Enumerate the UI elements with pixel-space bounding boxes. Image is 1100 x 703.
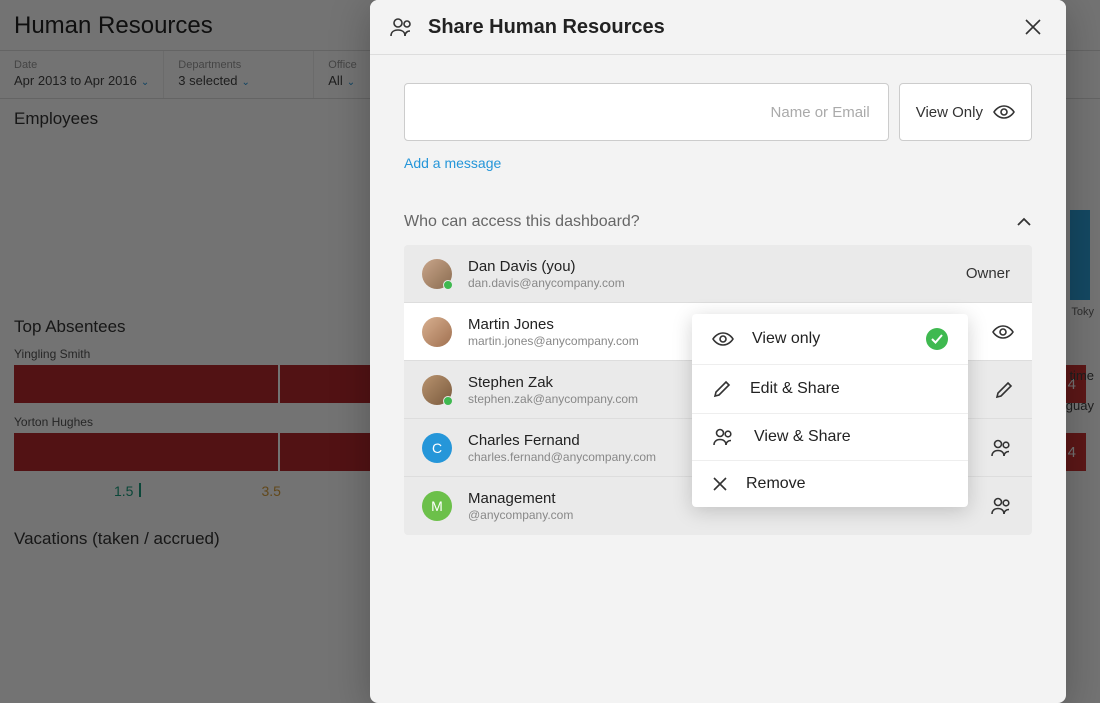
permission-selector[interactable]: View Only: [899, 83, 1032, 141]
avatar: [422, 375, 452, 405]
avatar: [422, 317, 452, 347]
pencil-icon: [712, 379, 732, 399]
check-icon: [926, 328, 948, 350]
eye-icon: [712, 331, 734, 347]
perm-label: Remove: [746, 475, 948, 493]
avatar: M: [422, 491, 452, 521]
perm-label: Edit & Share: [750, 380, 948, 398]
people-icon: [390, 17, 414, 37]
access-row-owner: Dan Davis (you) dan.davis@anycompany.com…: [404, 245, 1032, 303]
access-section-header[interactable]: Who can access this dashboard?: [404, 213, 1032, 231]
chevron-up-icon: [1016, 217, 1032, 227]
section-title: Who can access this dashboard?: [404, 213, 640, 231]
perm-option-remove[interactable]: Remove: [692, 461, 968, 507]
perm-label: View only: [752, 330, 908, 348]
permission-menu: View only Edit & Share View & Share Remo…: [692, 314, 968, 507]
invite-input[interactable]: [404, 83, 889, 141]
modal-header: Share Human Resources: [370, 0, 1066, 55]
status-online-icon: [443, 396, 453, 406]
perm-option-view-only[interactable]: View only: [692, 314, 968, 365]
perm-option-view-share[interactable]: View & Share: [692, 414, 968, 461]
close-icon: [712, 476, 728, 492]
perm-option-edit-share[interactable]: Edit & Share: [692, 365, 968, 414]
person-name: Dan Davis (you): [468, 258, 966, 275]
person-email: dan.davis@anycompany.com: [468, 276, 966, 290]
status-online-icon: [443, 280, 453, 290]
close-button[interactable]: [1020, 14, 1046, 40]
eye-icon: [993, 104, 1015, 120]
avatar: C: [422, 433, 452, 463]
eye-icon[interactable]: [992, 324, 1014, 340]
modal-title: Share Human Resources: [428, 16, 1020, 39]
permission-label: View Only: [916, 104, 983, 121]
add-message-link[interactable]: Add a message: [404, 155, 501, 171]
avatar: [422, 259, 452, 289]
role-label: Owner: [966, 265, 1010, 282]
people-icon[interactable]: [990, 497, 1014, 515]
people-icon: [712, 428, 736, 446]
people-icon[interactable]: [990, 439, 1014, 457]
pencil-icon[interactable]: [994, 380, 1014, 400]
person-email: @anycompany.com: [468, 508, 980, 522]
perm-label: View & Share: [754, 428, 948, 446]
